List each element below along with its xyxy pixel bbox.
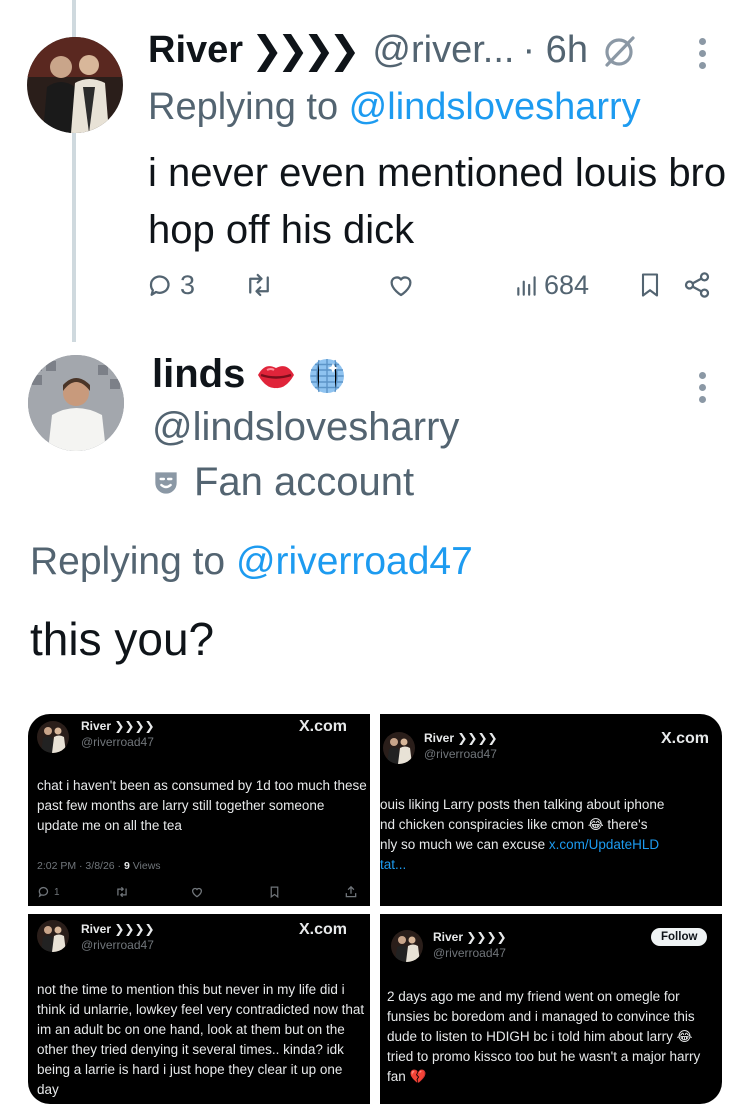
screenshot-brand: X.com	[299, 921, 348, 938]
screenshot-text-line: nly so much we can excuse	[380, 837, 549, 852]
screenshot-avatar	[383, 732, 415, 764]
screenshot-link: x.com/UpdateHLD	[548, 837, 660, 852]
screenshot-text: not the time to mention this but never i…	[37, 982, 365, 1097]
repost-icon	[249, 273, 269, 297]
screenshot-text-line: nd chicken conspiracies like cmon 😂 ther…	[380, 817, 648, 832]
screenshot-text-line: ouis liking Larry posts then talking abo…	[380, 797, 665, 812]
heart-icon	[191, 887, 203, 898]
media-image-3[interactable]: River ❯❯❯❯ @riverroad47 X.com not the ti…	[28, 914, 370, 1104]
views-stat[interactable]: 684	[514, 270, 589, 301]
screenshot-text: chat i haven't been as consumed by 1d to…	[37, 778, 367, 833]
reply-button[interactable]: 3	[146, 270, 195, 301]
reply-header: River ❯❯❯❯ @river... · 6h	[148, 28, 638, 73]
main-name-row: linds	[152, 352, 347, 397]
repost-icon	[117, 886, 127, 898]
screenshot-display-name: River ❯❯❯❯	[424, 731, 498, 745]
screenshot-link-continued: tat...	[380, 857, 407, 872]
bookmark-icon	[641, 273, 659, 297]
theater-mask-icon	[155, 471, 177, 494]
main-tweet-text: this you?	[30, 613, 215, 665]
screenshot-views-label: Views	[129, 860, 161, 872]
media-image-2[interactable]: River ❯❯❯❯ @riverroad47 X.com ouis likin…	[380, 714, 722, 906]
screenshot-avatar	[37, 721, 69, 753]
replying-to-label-main: Replying to	[30, 540, 236, 583]
screenshot-reply-count: 1	[54, 886, 60, 898]
bookmark-button[interactable]	[636, 270, 664, 300]
screenshot-handle: @riverroad47	[81, 938, 154, 952]
views-count: 684	[544, 270, 590, 300]
linds-avatar[interactable]	[28, 355, 124, 451]
screenshot-brand: X.com	[299, 718, 348, 735]
mirror-ball-emoji-icon	[310, 358, 345, 393]
reply-actions-bar: 3 684	[146, 270, 716, 310]
upload-icon	[345, 885, 357, 898]
screenshot-handle: @riverroad47	[424, 747, 497, 761]
screenshot-display-name: River ❯❯❯❯	[81, 719, 155, 733]
grok-icon[interactable]	[602, 33, 638, 69]
reply-count: 3	[180, 270, 196, 300]
reply-handle[interactable]: @river...	[372, 29, 514, 72]
fan-account-badge: Fan account	[150, 460, 414, 505]
reply-icon	[149, 274, 170, 296]
lips-emoji-icon	[258, 365, 295, 388]
reply-icon	[38, 886, 49, 898]
screenshot-display-name: River ❯❯❯❯	[81, 922, 155, 936]
screenshot-avatar	[37, 920, 69, 952]
bookmark-icon	[270, 886, 279, 899]
reply-display-name[interactable]: River	[148, 29, 243, 72]
share-icon	[684, 272, 710, 298]
main-replying-to: Replying to @riverroad47	[30, 540, 473, 584]
more-options-icon[interactable]	[692, 38, 712, 78]
river-avatar[interactable]	[27, 37, 123, 133]
like-button[interactable]	[386, 270, 416, 300]
fan-account-label: Fan account	[194, 460, 415, 504]
main-handle[interactable]: @lindslovesharry	[152, 405, 459, 450]
reply-timestamp[interactable]: · 6h	[522, 29, 587, 72]
screenshot-avatar	[391, 930, 423, 962]
repost-button[interactable]	[242, 270, 276, 300]
screenshot-handle: @riverroad47	[433, 946, 506, 960]
screenshot-text: ouis liking Larry posts then talking abo…	[380, 795, 722, 875]
screenshot-handle: @riverroad47	[81, 735, 154, 749]
screenshot-display-name: River ❯❯❯❯	[433, 930, 507, 944]
media-image-4[interactable]: River ❯❯❯❯ @riverroad47 Follow 2 days ag…	[380, 914, 722, 1104]
replying-to-label: Replying to	[148, 86, 349, 128]
more-options-icon-main[interactable]	[692, 372, 712, 412]
heart-icon	[390, 276, 412, 297]
reply-text: i never even mentioned louis bro hop off…	[148, 151, 727, 252]
screenshot-reply: 1	[37, 885, 60, 899]
views-icon	[517, 275, 536, 296]
reply-name-chevrons: ❯❯❯❯	[251, 30, 360, 72]
screenshot-follow-button: Follow	[651, 928, 708, 946]
screenshot-brand: X.com	[661, 730, 710, 747]
replying-to-mention-main[interactable]: @riverroad47	[236, 540, 473, 583]
reply-replying-to: Replying to @lindslovesharry	[148, 86, 641, 129]
replying-to-mention[interactable]: @lindslovesharry	[349, 86, 641, 128]
screenshot-meta-time: 2:02 PM · 3/8/26 ·	[37, 860, 124, 872]
share-button[interactable]	[682, 270, 712, 300]
screenshot-text: 2 days ago me and my friend went on omeg…	[387, 989, 701, 1084]
media-image-1[interactable]: River ❯❯❯❯ @riverroad47 X.com chat i hav…	[28, 714, 370, 906]
screenshot-meta: 2:02 PM · 3/8/26 · 9 Views	[37, 860, 161, 872]
main-display-name[interactable]: linds	[152, 352, 245, 397]
